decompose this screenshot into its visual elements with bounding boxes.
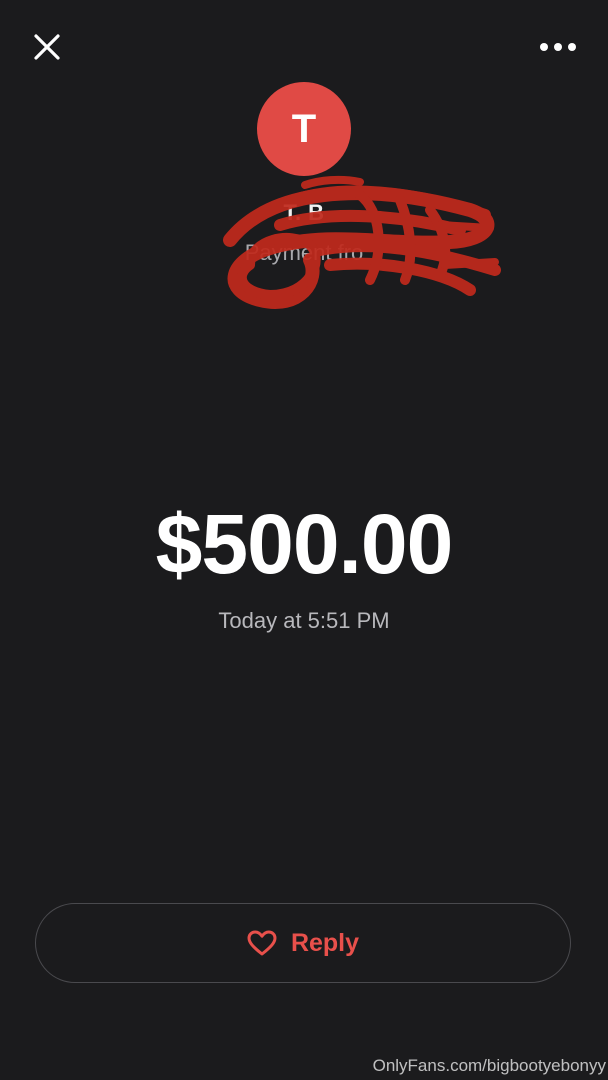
close-icon — [34, 34, 60, 60]
close-button[interactable] — [22, 22, 72, 72]
heart-icon — [247, 930, 277, 956]
payment-timestamp: Today at 5:51 PM — [218, 608, 390, 633]
avatar: T — [257, 82, 351, 176]
reply-label: Reply — [290, 928, 360, 957]
reply-button[interactable]: Reply — [35, 903, 571, 983]
redaction-scribble — [223, 175, 501, 309]
reply-content: Reply — [247, 929, 359, 958]
payment-amount: $500.00 — [155, 497, 454, 591]
more-options-button[interactable] — [530, 22, 586, 72]
more-options-icon — [540, 43, 576, 51]
watermark: OnlyFans.com/bigbootyebonyy — [372, 1056, 606, 1075]
